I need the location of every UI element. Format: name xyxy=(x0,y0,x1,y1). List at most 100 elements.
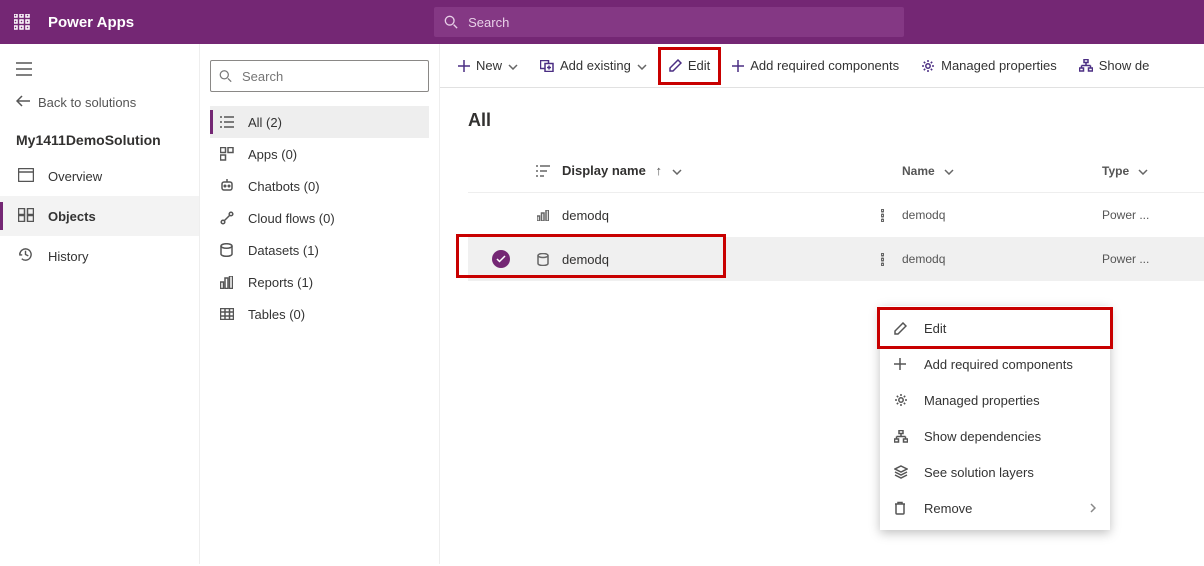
header-name[interactable]: Name xyxy=(902,164,1102,178)
waffle-button[interactable] xyxy=(0,0,44,44)
global-header: Power Apps xyxy=(0,0,1204,44)
gear-icon xyxy=(894,393,912,407)
plus-icon xyxy=(894,358,912,370)
dataset-icon xyxy=(220,243,236,257)
plus-icon xyxy=(458,60,470,72)
type-label: Cloud flows (0) xyxy=(248,211,335,226)
sort-type-icon[interactable] xyxy=(524,165,562,177)
new-button[interactable]: New xyxy=(448,48,528,84)
bar-chart-icon xyxy=(524,210,562,221)
ctx-add-required[interactable]: Add required components xyxy=(880,346,1110,382)
cell-name: demodq xyxy=(902,252,1102,266)
chevron-down-icon xyxy=(672,163,682,178)
nav-history[interactable]: History xyxy=(0,236,199,276)
table-row[interactable]: demodq demodq Power ... xyxy=(468,193,1204,237)
object-search-input[interactable] xyxy=(240,68,420,85)
left-nav: Back to solutions My1411DemoSolution Ove… xyxy=(0,44,200,564)
list-icon xyxy=(220,116,236,128)
type-all[interactable]: All (2) xyxy=(210,106,429,138)
type-label: Tables (0) xyxy=(248,307,305,322)
trash-icon xyxy=(894,501,912,515)
ctx-label: See solution layers xyxy=(924,465,1034,480)
object-search[interactable] xyxy=(210,60,429,92)
cell-type: Power ... xyxy=(1102,252,1172,266)
btn-label: New xyxy=(476,58,502,73)
type-label: Reports (1) xyxy=(248,275,313,290)
ctx-label: Add required components xyxy=(924,357,1073,372)
type-label: Datasets (1) xyxy=(248,243,319,258)
layers-icon xyxy=(894,465,912,479)
check-circle-icon xyxy=(492,250,510,268)
hamburger-button[interactable] xyxy=(0,54,199,87)
chevron-right-icon xyxy=(1090,501,1096,516)
type-datasets[interactable]: Datasets (1) xyxy=(210,234,429,266)
cylinder-icon xyxy=(524,253,562,266)
header-type[interactable]: Type xyxy=(1102,164,1172,178)
managed-props-button[interactable]: Managed properties xyxy=(911,48,1067,84)
type-chatbots[interactable]: Chatbots (0) xyxy=(210,170,429,202)
btn-label: Managed properties xyxy=(941,58,1057,73)
chevron-down-icon xyxy=(637,58,647,73)
ctx-see-layers[interactable]: See solution layers xyxy=(880,454,1110,490)
main-area: New Add existing Edit Add required compo… xyxy=(440,44,1204,564)
ctx-label: Managed properties xyxy=(924,393,1040,408)
history-icon xyxy=(18,247,34,265)
row-more-button[interactable] xyxy=(862,253,902,266)
add-existing-icon xyxy=(540,60,554,72)
sort-asc-icon: ↑ xyxy=(655,163,662,178)
btn-label: Add existing xyxy=(560,58,631,73)
nav-label: Overview xyxy=(48,169,102,184)
pencil-icon xyxy=(894,322,912,335)
add-required-button[interactable]: Add required components xyxy=(722,48,909,84)
row-more-button[interactable] xyxy=(862,209,902,222)
apps-icon xyxy=(220,147,236,161)
header-display-name[interactable]: Display name ↑ xyxy=(562,163,862,178)
type-flows[interactable]: Cloud flows (0) xyxy=(210,202,429,234)
cell-type: Power ... xyxy=(1102,208,1172,222)
ctx-label: Edit xyxy=(924,321,946,336)
header-label: Type xyxy=(1102,164,1129,178)
header-label: Name xyxy=(902,164,935,178)
show-deps-button[interactable]: Show de xyxy=(1069,48,1160,84)
app-title: Power Apps xyxy=(48,14,134,31)
grid-header: Display name ↑ Name Type xyxy=(468,149,1204,193)
cell-display-name: demodq xyxy=(562,252,862,267)
ctx-remove[interactable]: Remove xyxy=(880,490,1110,526)
type-apps[interactable]: Apps (0) xyxy=(210,138,429,170)
row-select[interactable] xyxy=(492,250,524,268)
btn-label: Show de xyxy=(1099,58,1150,73)
type-reports[interactable]: Reports (1) xyxy=(210,266,429,298)
global-search-input[interactable] xyxy=(466,14,894,31)
plus-icon xyxy=(732,60,744,72)
solution-name: My1411DemoSolution xyxy=(0,118,199,156)
type-tables[interactable]: Tables (0) xyxy=(210,298,429,330)
gear-icon xyxy=(921,59,935,73)
edit-button[interactable]: Edit xyxy=(659,48,720,84)
btn-label: Edit xyxy=(688,58,710,73)
page-title: All xyxy=(468,110,1204,131)
nav-overview[interactable]: Overview xyxy=(0,156,199,196)
type-label: Chatbots (0) xyxy=(248,179,320,194)
add-existing-button[interactable]: Add existing xyxy=(530,48,657,84)
hierarchy-icon xyxy=(894,430,912,443)
back-to-solutions[interactable]: Back to solutions xyxy=(0,87,199,118)
hierarchy-icon xyxy=(1079,59,1093,72)
global-search[interactable] xyxy=(434,7,904,37)
objects-icon xyxy=(18,208,34,225)
cell-name: demodq xyxy=(902,208,1102,222)
header-label: Display name xyxy=(562,163,646,178)
type-label: Apps (0) xyxy=(248,147,297,162)
nav-label: Objects xyxy=(48,209,96,224)
type-label: All (2) xyxy=(248,115,282,130)
report-icon xyxy=(220,276,236,289)
chatbot-icon xyxy=(220,179,236,193)
cell-display-name: demodq xyxy=(562,208,862,223)
ctx-show-deps[interactable]: Show dependencies xyxy=(880,418,1110,454)
context-menu: Edit Add required components Managed pro… xyxy=(880,306,1110,530)
card-icon xyxy=(18,168,34,185)
ctx-edit[interactable]: Edit xyxy=(880,310,1110,346)
table-row[interactable]: demodq demodq Power ... xyxy=(468,237,1204,281)
nav-objects[interactable]: Objects xyxy=(0,196,199,236)
chevron-down-icon xyxy=(1138,164,1148,178)
ctx-managed-props[interactable]: Managed properties xyxy=(880,382,1110,418)
